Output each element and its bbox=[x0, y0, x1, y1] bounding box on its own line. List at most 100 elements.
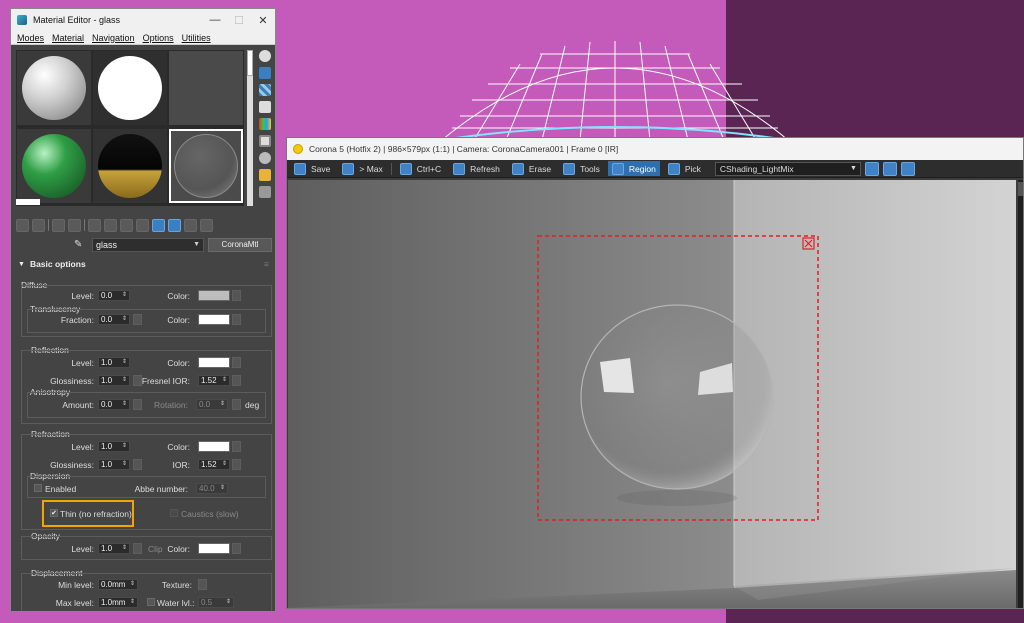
refraction-gloss-spinner[interactable]: 1.0 ⇕ bbox=[98, 459, 130, 470]
material-id-icon[interactable] bbox=[136, 218, 149, 232]
go-to-parent-icon[interactable] bbox=[184, 218, 197, 232]
material-type-button[interactable]: CoronaMtl bbox=[208, 238, 272, 252]
reflection-gloss-spinner[interactable]: 1.0 ⇕ bbox=[98, 375, 130, 386]
material-editor-window: Material Editor - glass — ☐ ✕ Modes Mate… bbox=[10, 8, 276, 612]
put-to-scene-icon[interactable] bbox=[32, 218, 45, 232]
ior-spinner[interactable]: 1.52 ⇕ bbox=[198, 459, 230, 470]
sample-slot[interactable] bbox=[17, 51, 91, 125]
rotation-spinner[interactable]: 0.0 ⇕ bbox=[196, 399, 228, 410]
ior-map-button[interactable] bbox=[232, 459, 241, 470]
vfb-scrollbar[interactable] bbox=[1018, 180, 1023, 608]
fresnel-ior-value: 1.52 bbox=[201, 376, 217, 385]
copy-button[interactable]: Ctrl+C bbox=[396, 161, 445, 176]
sample-slot[interactable] bbox=[93, 51, 167, 125]
minimize-icon[interactable]: — bbox=[203, 14, 227, 26]
refraction-gloss-label: Glossiness: bbox=[50, 460, 94, 470]
chevron-down-icon[interactable]: ▼ bbox=[193, 239, 200, 251]
opacity-level-spinner[interactable]: 1.0 ⇕ bbox=[98, 543, 130, 554]
zoom-out-icon[interactable] bbox=[882, 161, 897, 176]
save-button[interactable]: Save bbox=[290, 161, 334, 176]
vfb-titlebar[interactable]: Corona 5 (Hotfix 2) | 986×579px (1:1) | … bbox=[287, 138, 1023, 160]
sphere-icon[interactable] bbox=[259, 50, 271, 62]
erase-button[interactable]: Erase bbox=[508, 161, 555, 176]
material-navigator-icon[interactable] bbox=[259, 186, 271, 198]
opacity-color-swatch[interactable] bbox=[198, 543, 230, 554]
save-library-icon[interactable] bbox=[104, 218, 117, 232]
diffuse-level-spinner[interactable]: 0.0 ⇕ bbox=[98, 290, 130, 301]
water-level-spinner[interactable]: 0.5 ⇕ bbox=[198, 597, 234, 608]
dispersion-enabled-checkbox[interactable] bbox=[34, 484, 42, 492]
video-icon[interactable] bbox=[259, 135, 271, 147]
amount-spinner[interactable]: 0.0 ⇕ bbox=[98, 399, 130, 410]
checker-icon[interactable] bbox=[259, 84, 271, 96]
tools-button[interactable]: Tools bbox=[559, 161, 604, 176]
close-icon[interactable]: ✕ bbox=[251, 14, 275, 27]
options-icon[interactable] bbox=[259, 152, 271, 164]
abbe-spinner[interactable]: 40.0 ⇕ bbox=[196, 483, 228, 494]
sample-slot[interactable] bbox=[169, 51, 243, 125]
to-max-button[interactable]: > Max bbox=[338, 161, 386, 176]
cube-icon[interactable] bbox=[259, 101, 271, 113]
water-level-checkbox[interactable] bbox=[147, 598, 155, 606]
assign-icon[interactable] bbox=[52, 218, 65, 232]
slots-hscrollbar[interactable] bbox=[16, 199, 40, 205]
refresh-button[interactable]: Refresh bbox=[449, 161, 504, 176]
show-shaded-icon[interactable] bbox=[152, 218, 165, 232]
menu-modes[interactable]: Modes bbox=[17, 33, 44, 43]
make-unique-icon[interactable] bbox=[88, 218, 101, 232]
sample-slots bbox=[16, 50, 244, 206]
diffuse-color-swatch[interactable] bbox=[198, 290, 230, 301]
eyedropper-icon[interactable]: ✎ bbox=[74, 239, 86, 251]
sample-slot[interactable] bbox=[93, 129, 167, 203]
max-level-spinner[interactable]: 1.0mm ⇕ bbox=[98, 597, 138, 608]
menu-options[interactable]: Options bbox=[143, 33, 174, 43]
opacity-map-button[interactable] bbox=[133, 543, 142, 554]
fresnel-ior-map-button[interactable] bbox=[232, 375, 241, 386]
translucency-color-swatch[interactable] bbox=[198, 314, 230, 325]
pick-icon bbox=[667, 162, 680, 175]
delete-icon[interactable] bbox=[68, 218, 81, 232]
refraction-color-swatch[interactable] bbox=[198, 441, 230, 452]
min-level-spinner[interactable]: 0.0mm ⇕ bbox=[98, 579, 138, 590]
fraction-map-button[interactable] bbox=[133, 314, 142, 325]
menu-utilities[interactable]: Utilities bbox=[182, 33, 211, 43]
rotation-map-button[interactable] bbox=[232, 399, 241, 410]
menu-material[interactable]: Material bbox=[52, 33, 84, 43]
sample-slot-selected[interactable] bbox=[169, 129, 243, 203]
texture-map-button[interactable] bbox=[198, 579, 207, 590]
select-by-material-icon[interactable] bbox=[259, 169, 271, 181]
render-view[interactable] bbox=[288, 180, 1016, 608]
reflection-color-swatch[interactable] bbox=[198, 357, 230, 368]
color-check-icon[interactable] bbox=[259, 118, 271, 130]
backlight-icon[interactable] bbox=[259, 67, 271, 79]
menu-navigation[interactable]: Navigation bbox=[92, 33, 135, 43]
zoom-in-icon[interactable] bbox=[864, 161, 879, 176]
corona-vfb-window: Corona 5 (Hotfix 2) | 986×579px (1:1) | … bbox=[286, 137, 1024, 609]
fraction-spinner[interactable]: 0.0 ⇕ bbox=[98, 314, 130, 325]
put-library-icon[interactable] bbox=[120, 218, 133, 232]
rollout-header[interactable]: ▼ Basic options ≡ bbox=[16, 257, 275, 271]
opacity-color-map-button[interactable] bbox=[232, 543, 241, 554]
translucency-map-button[interactable] bbox=[232, 314, 241, 325]
sample-slot[interactable] bbox=[17, 129, 91, 203]
material-editor-titlebar[interactable]: Material Editor - glass — ☐ ✕ bbox=[11, 9, 275, 31]
reflection-level-spinner[interactable]: 1.0 ⇕ bbox=[98, 357, 130, 368]
go-forward-icon[interactable] bbox=[200, 218, 213, 232]
refraction-map-button[interactable] bbox=[232, 441, 241, 452]
show-end-result-icon[interactable] bbox=[168, 218, 181, 232]
get-material-icon[interactable] bbox=[16, 218, 29, 232]
reflection-map-button[interactable] bbox=[232, 357, 241, 368]
collapse-icon[interactable]: ▼ bbox=[18, 261, 25, 268]
caustics-checkbox[interactable] bbox=[170, 509, 178, 517]
render-pass-select[interactable]: CShading_LightMix ▼ bbox=[714, 161, 861, 176]
fresnel-ior-spinner[interactable]: 1.52 ⇕ bbox=[198, 375, 230, 386]
chevron-down-icon[interactable]: ▼ bbox=[850, 163, 857, 175]
slots-scrollbar[interactable] bbox=[247, 50, 253, 206]
material-name-field[interactable]: glass ▼ bbox=[92, 238, 204, 252]
pick-button[interactable]: Pick bbox=[664, 161, 705, 176]
refraction-gloss-map-button[interactable] bbox=[133, 459, 142, 470]
region-button[interactable]: Region bbox=[607, 161, 660, 176]
diffuse-map-button[interactable] bbox=[232, 290, 241, 301]
zoom-fit-icon[interactable] bbox=[900, 161, 915, 176]
refraction-level-spinner[interactable]: 1.0 ⇕ bbox=[98, 441, 130, 452]
